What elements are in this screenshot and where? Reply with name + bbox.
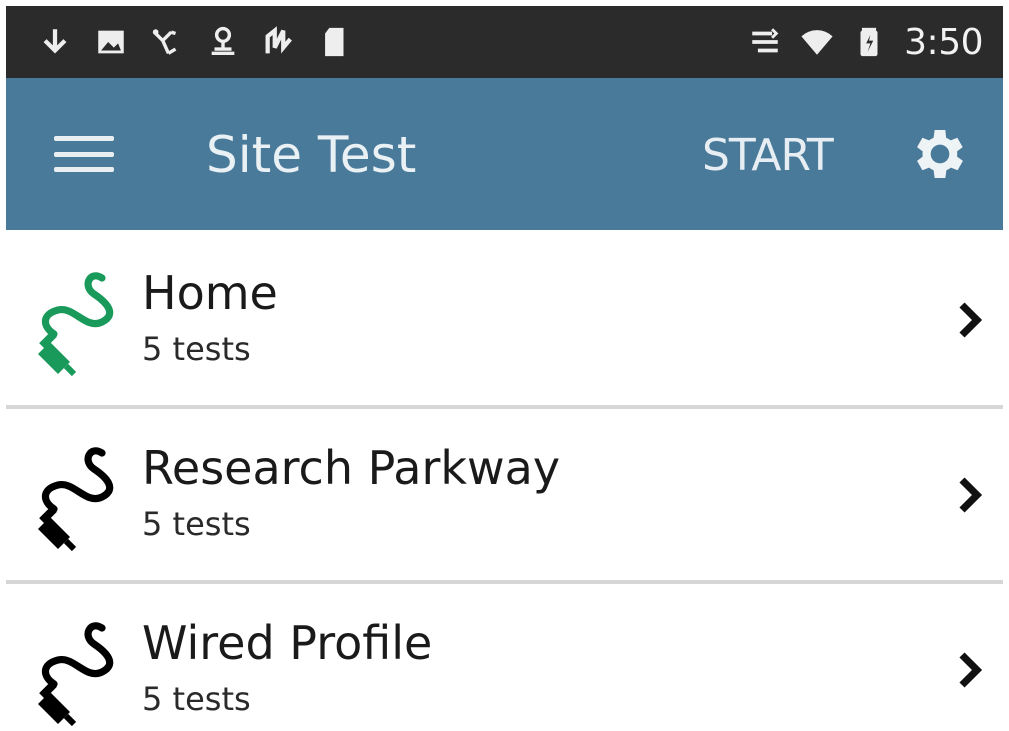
system-icons: 3:50 [748, 22, 983, 63]
cable-icon [262, 25, 296, 59]
ethernet-link-icon [748, 25, 782, 59]
image-icon [94, 25, 128, 59]
start-button[interactable]: START [702, 130, 834, 181]
battery-icon [852, 25, 886, 59]
app-screen: 3:50 Site Test START Home 5 tests Resear… [6, 6, 1003, 731]
list-item[interactable]: Home 5 tests [6, 230, 1003, 405]
chevron-right-icon [956, 302, 986, 338]
ethernet-cable-icon [22, 266, 122, 377]
notification-icons [38, 25, 352, 59]
profile-title: Research Parkway [142, 441, 561, 495]
profile-test-count: 5 tests [142, 330, 251, 368]
sd-card-icon [318, 25, 352, 59]
page-title: Site Test [206, 126, 417, 184]
status-time: 3:50 [904, 21, 983, 63]
usb-icon [150, 25, 184, 59]
list-item[interactable]: Research Parkway 5 tests [6, 405, 1003, 580]
app-bar: Site Test START [6, 78, 1003, 230]
ethernet-cable-icon [22, 441, 122, 552]
profile-test-count: 5 tests [142, 505, 251, 543]
chevron-right-icon [956, 477, 986, 513]
profile-title: Wired Profile [142, 616, 433, 670]
wifi-icon [800, 25, 834, 59]
download-icon [38, 25, 72, 59]
list-item[interactable]: Wired Profile 5 tests [6, 580, 1003, 731]
chevron-right-icon [956, 652, 986, 688]
network-test-icon [206, 25, 240, 59]
profile-list: Home 5 tests Research Parkway 5 tests Wi… [6, 230, 1003, 731]
gear-icon[interactable] [908, 122, 972, 186]
ethernet-cable-icon [22, 616, 122, 727]
hamburger-menu-icon[interactable] [54, 130, 114, 178]
profile-title: Home [142, 266, 278, 320]
profile-test-count: 5 tests [142, 680, 251, 718]
status-bar: 3:50 [6, 6, 1003, 78]
